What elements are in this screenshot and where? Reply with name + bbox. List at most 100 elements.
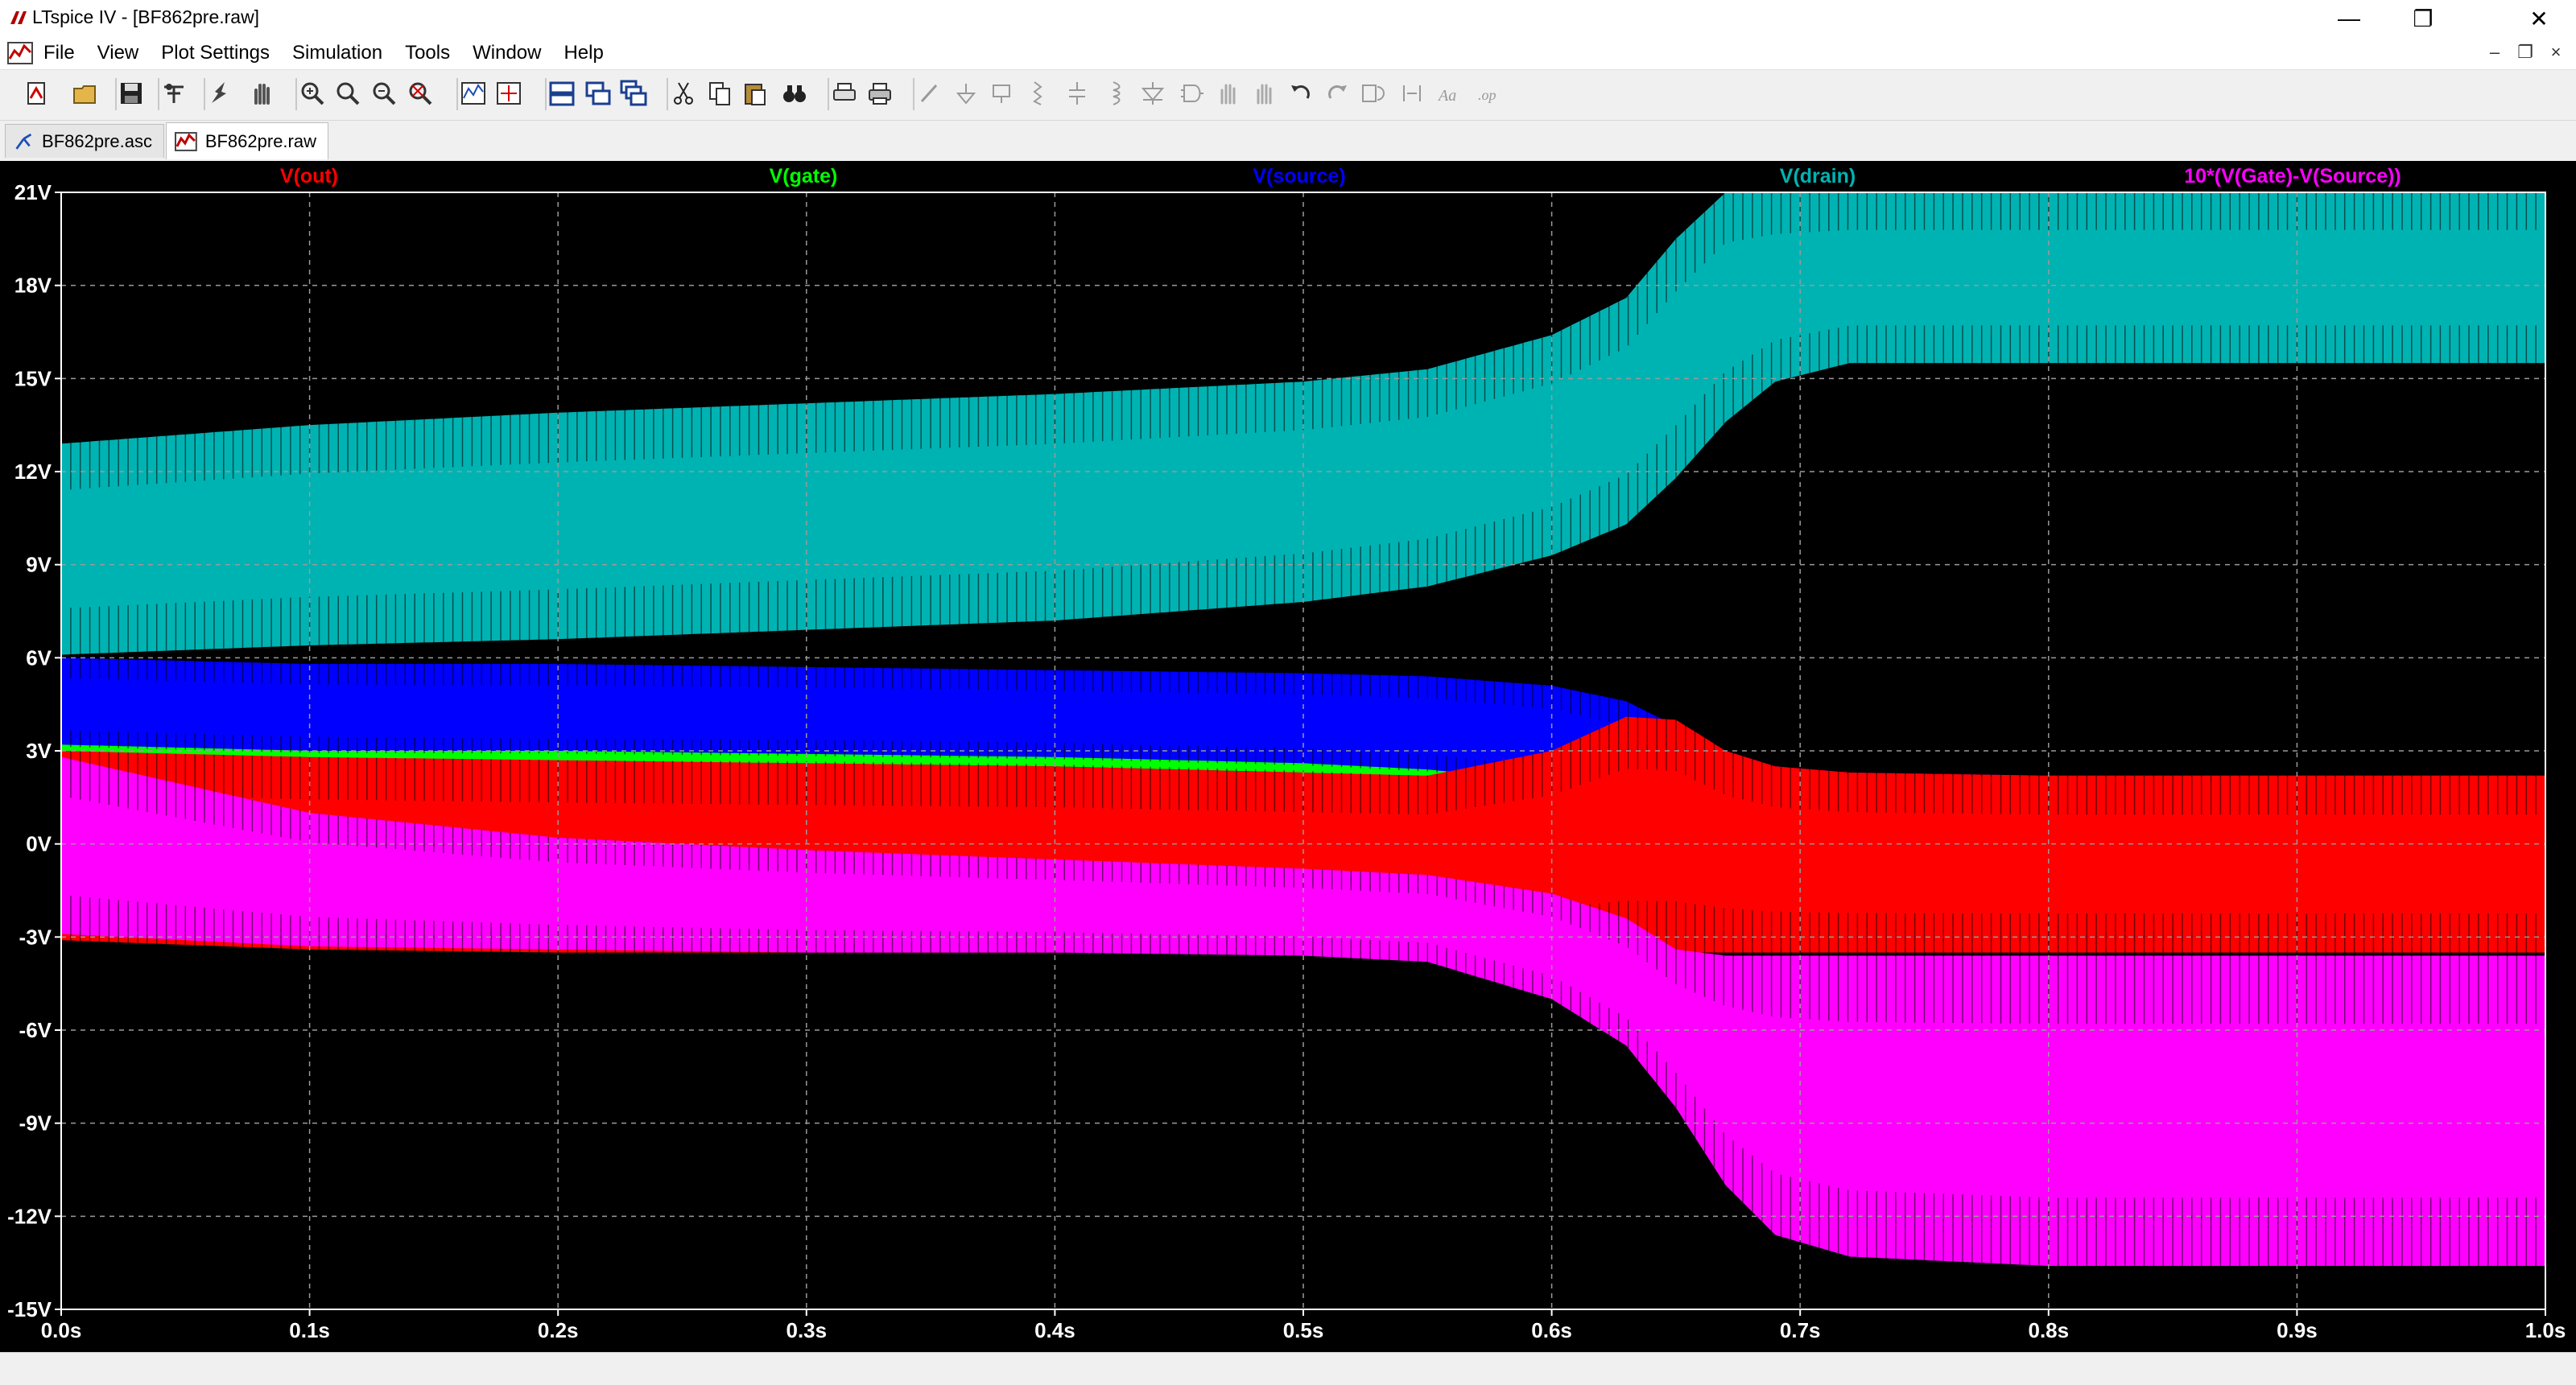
mdi-minimize-button[interactable]: –	[2483, 42, 2507, 64]
menu-tools[interactable]: Tools	[405, 42, 450, 64]
resistor-button[interactable]	[1025, 77, 1057, 109]
move-icon	[1220, 84, 1236, 105]
x-tick-label: 0.0s	[41, 1318, 82, 1342]
tile-vertical-button[interactable]	[582, 77, 614, 109]
minimize-button[interactable]: —	[2312, 0, 2386, 37]
pan-icon	[254, 84, 270, 105]
tab-bf862pre-asc[interactable]: BF862pre.asc	[5, 124, 164, 158]
y-tick-label: 15V	[14, 366, 52, 390]
x-tick-label: 0.7s	[1780, 1318, 1821, 1342]
legend-v-drain[interactable]: V(drain)	[1780, 165, 1856, 188]
text-button[interactable]: Aa	[1432, 77, 1464, 109]
menu-simulation[interactable]: Simulation	[292, 42, 382, 64]
legend-v-out[interactable]: V(out)	[280, 165, 338, 188]
zoom-out-button[interactable]	[368, 77, 400, 109]
legend-v-source[interactable]: V(source)	[1253, 165, 1345, 188]
menu-help[interactable]: Help	[564, 42, 603, 64]
waveform-window-icon[interactable]	[6, 41, 34, 65]
print-preview-button[interactable]	[828, 77, 861, 109]
capacitor-button[interactable]	[1061, 77, 1093, 109]
tab-label: BF862pre.raw	[204, 130, 316, 151]
tile-horizontal-button[interactable]	[546, 77, 578, 109]
tab-bf862pre-raw[interactable]: BF862pre.raw	[166, 122, 328, 159]
mirror-button[interactable]	[1396, 77, 1428, 109]
x-tick-label: 0.5s	[1283, 1318, 1324, 1342]
print-icon	[869, 83, 892, 105]
redo-button[interactable]	[1321, 77, 1353, 109]
wire-icon	[920, 84, 937, 103]
diode-button[interactable]	[1137, 77, 1169, 109]
new-schematic-button[interactable]	[20, 77, 52, 109]
waveform-chart[interactable]: 0.0s 0.1s 0.2s 0.3s 0.4s 0.5s 0.6s 0.7s 0.8s 0.9s…	[0, 161, 2576, 1352]
tile-horizontal-icon	[549, 81, 575, 106]
y-tick-label: -6V	[19, 1018, 52, 1042]
run-button[interactable]	[204, 77, 236, 109]
mark-unconnected-icon	[497, 82, 522, 105]
spice-directive-button[interactable]: .op	[1472, 77, 1504, 109]
menu-file[interactable]: File	[43, 42, 75, 64]
control-panel-icon	[164, 84, 184, 103]
component-button[interactable]	[1176, 77, 1208, 109]
find-button[interactable]	[778, 77, 811, 109]
mdi-close-button[interactable]: ×	[2544, 42, 2568, 64]
menu-view[interactable]: View	[97, 42, 139, 64]
copy-button[interactable]	[704, 77, 736, 109]
save-icon	[121, 83, 142, 104]
rotate-button[interactable]	[1356, 77, 1389, 109]
pan-button[interactable]	[246, 77, 279, 109]
print-button[interactable]	[864, 77, 896, 109]
zoom-in-button[interactable]	[296, 77, 328, 109]
mdi-restore-button[interactable]: ❐	[2513, 42, 2537, 64]
x-tick-label: 0.1s	[289, 1318, 330, 1342]
paste-button[interactable]	[739, 77, 771, 109]
y-tick-label: 6V	[26, 645, 52, 670]
inductor-button[interactable]	[1100, 77, 1133, 109]
legend-10-v-gate-v-source[interactable]: 10*(V(Gate)-V(Source))	[2184, 165, 2401, 188]
x-tick-label: 0.3s	[786, 1318, 827, 1342]
waveform-plot[interactable]: 0.0s 0.1s 0.2s 0.3s 0.4s 0.5s 0.6s 0.7s 0.8s 0.9s…	[0, 161, 2576, 1352]
open-button[interactable]	[69, 77, 101, 109]
y-tick-label: 21V	[14, 180, 52, 204]
cut-button[interactable]	[667, 77, 700, 109]
menu-plot-settings[interactable]: Plot Settings	[161, 42, 270, 64]
mark-unconnected-button[interactable]	[493, 77, 525, 109]
autorange-button[interactable]	[457, 77, 489, 109]
y-tick-label: -3V	[19, 925, 52, 949]
cascade-button[interactable]	[617, 77, 650, 109]
undo-button[interactable]	[1285, 77, 1317, 109]
y-tick-label: 12V	[14, 460, 52, 484]
ground-button[interactable]	[950, 77, 982, 109]
resistor-icon	[1033, 81, 1043, 105]
autorange-icon	[460, 82, 485, 105]
window-title: LTspice IV - [BF862pre.raw]	[32, 6, 260, 27]
waveform-icon	[175, 131, 197, 151]
y-tick-label: 9V	[26, 553, 52, 577]
y-tick-label: -9V	[19, 1111, 52, 1136]
restore-button[interactable]: ❐	[2386, 0, 2460, 37]
zoom-cancel-button[interactable]	[404, 77, 436, 109]
save-button[interactable]	[115, 77, 147, 109]
component-icon	[1181, 85, 1204, 102]
cut-icon	[673, 82, 693, 105]
close-button[interactable]: ✕	[2502, 0, 2576, 37]
menu-items: File View Plot Settings Simulation Tools…	[43, 37, 626, 69]
ground-icon	[956, 84, 976, 105]
control-panel-button[interactable]	[158, 77, 190, 109]
menu-window[interactable]: Window	[473, 42, 541, 64]
schematic-icon	[15, 133, 32, 150]
drag-button[interactable]	[1249, 77, 1281, 109]
status-bar	[0, 1352, 2576, 1385]
drag-icon	[1257, 84, 1272, 105]
label-net-button[interactable]	[985, 77, 1018, 109]
x-tick-label: 0.9s	[2277, 1318, 2318, 1342]
zoom-full-button[interactable]	[332, 77, 364, 109]
y-tick-label: -12V	[7, 1204, 52, 1228]
move-button[interactable]	[1212, 77, 1245, 109]
x-tick-label: 0.6s	[1531, 1318, 1572, 1342]
wire-button[interactable]	[914, 77, 946, 109]
new-schematic-icon	[27, 82, 45, 105]
print-preview-icon	[832, 83, 856, 101]
tab-label: BF862pre.asc	[42, 130, 152, 151]
legend-v-gate[interactable]: V(gate)	[770, 165, 838, 188]
rotate-icon	[1362, 85, 1385, 102]
